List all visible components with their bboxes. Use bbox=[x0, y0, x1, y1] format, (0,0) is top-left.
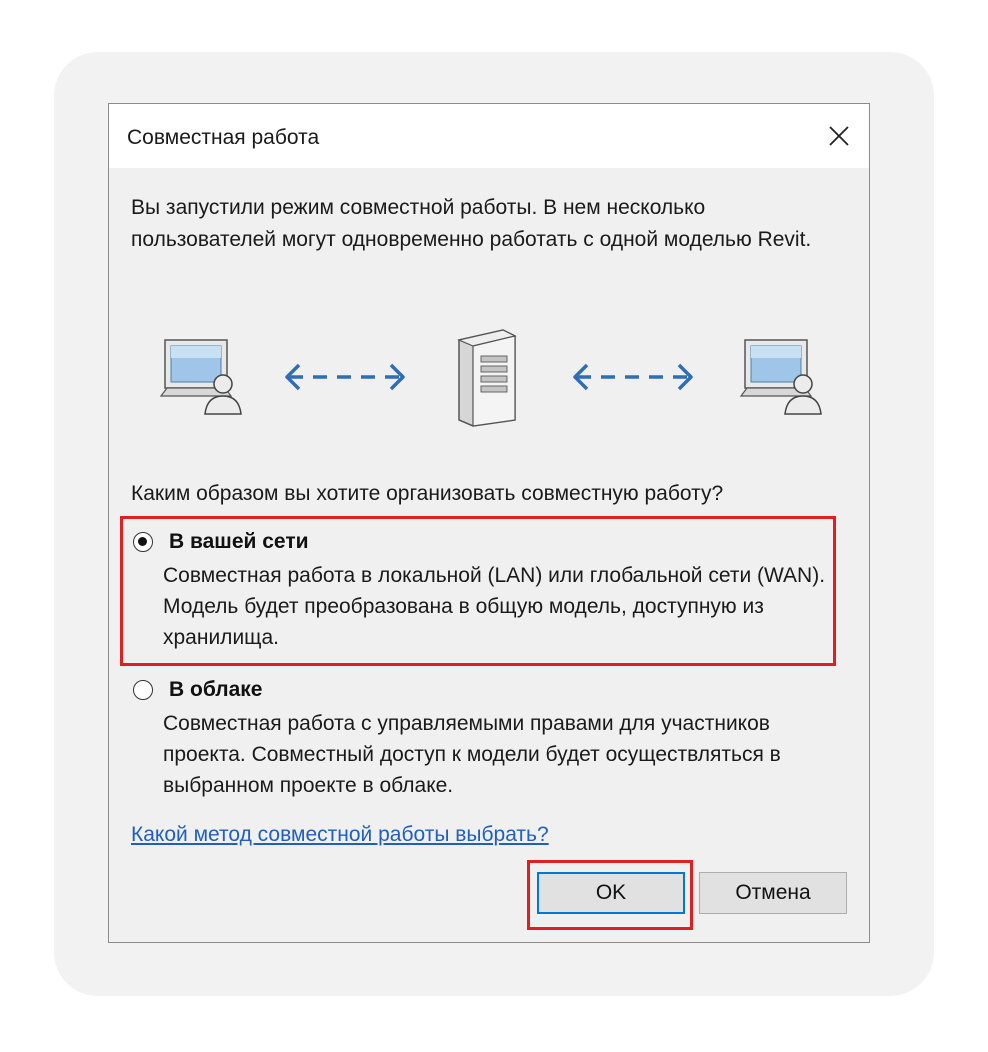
server-icon bbox=[457, 329, 517, 427]
dialog-title: Совместная работа bbox=[127, 126, 320, 149]
workstation-user-icon bbox=[159, 339, 242, 415]
option-label: В облаке bbox=[169, 678, 263, 701]
title-bar: Совместная работа bbox=[109, 104, 869, 168]
help-link[interactable]: Какой метод совместной работы выбрать? bbox=[131, 823, 549, 847]
collaboration-illustration bbox=[109, 318, 869, 438]
workstation-user-icon bbox=[739, 339, 822, 415]
highlight-network-option bbox=[120, 516, 836, 666]
cancel-button[interactable]: Отмена bbox=[699, 872, 847, 914]
option-description: Совместная работа с управляемыми правами… bbox=[163, 712, 781, 797]
close-icon bbox=[829, 126, 849, 146]
radio-cloud[interactable] bbox=[133, 680, 153, 700]
bidirectional-arrow-icon bbox=[285, 363, 405, 391]
highlight-ok-button bbox=[527, 860, 693, 930]
intro-text: Вы запустили режим совместной работы. В … bbox=[131, 196, 812, 251]
question-text: Каким образом вы хотите организовать сов… bbox=[131, 482, 724, 505]
bidirectional-arrow-icon bbox=[573, 363, 693, 391]
close-button[interactable] bbox=[817, 116, 861, 156]
